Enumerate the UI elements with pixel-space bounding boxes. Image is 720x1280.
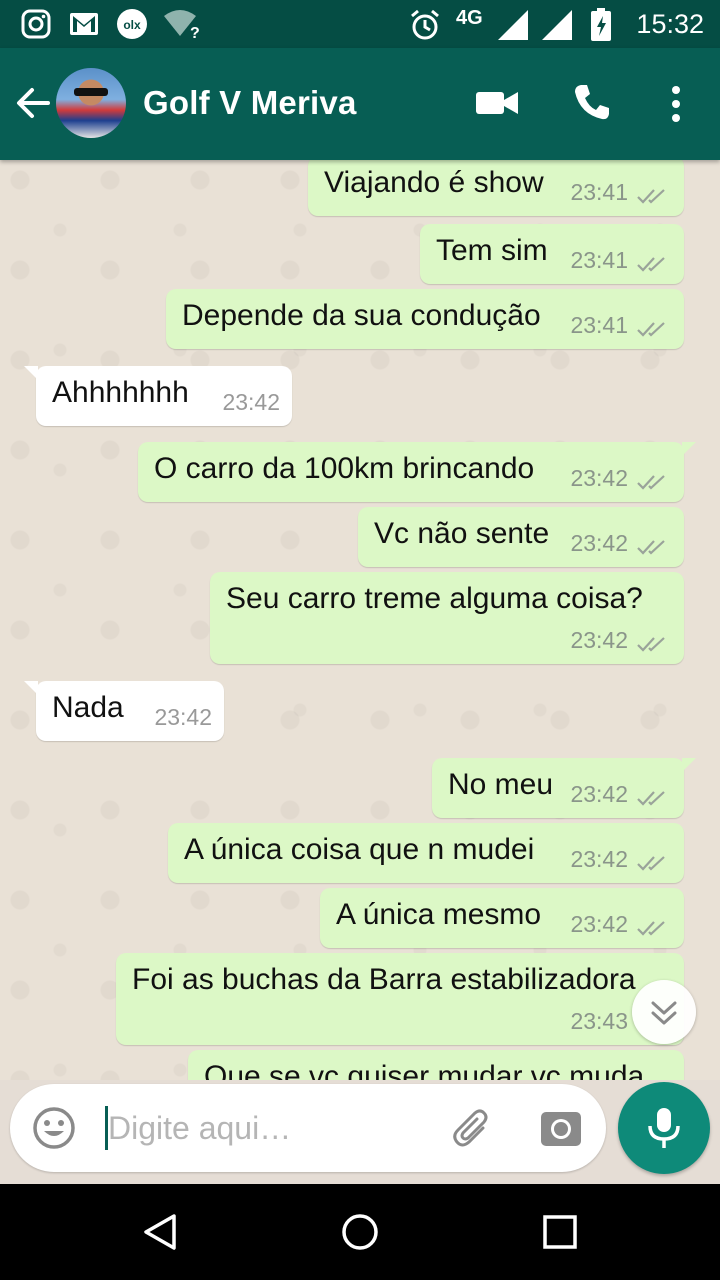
message-text: Ahhhhhhh	[52, 376, 189, 409]
video-call-icon[interactable]	[474, 86, 520, 120]
double-check-icon	[637, 475, 665, 490]
double-check-icon	[637, 189, 665, 204]
nav-recents-icon[interactable]	[542, 1214, 578, 1250]
message-text: Nada	[52, 691, 124, 724]
message-time: 23:42	[570, 465, 628, 491]
message-outgoing[interactable]: Depende da sua condução 23:41	[166, 289, 684, 349]
message-time: 23:41	[570, 179, 628, 205]
message-outgoing[interactable]: A única mesmo 23:42	[320, 888, 684, 948]
message-time: 23:42	[154, 704, 212, 730]
double-chevron-down-icon	[651, 1001, 677, 1025]
message-outgoing[interactable]: O carro da 100km brincando 23:42	[138, 442, 696, 502]
message-time: 23:42	[570, 846, 628, 872]
message-incoming[interactable]: Nada 23:42	[24, 681, 224, 741]
gmail-icon	[70, 13, 98, 35]
double-check-icon	[637, 791, 665, 806]
message-outgoing[interactable]: Tem sim 23:41	[420, 224, 684, 284]
wifi-unknown-icon: ?	[164, 10, 200, 40]
chat-header: Golf V Meriva	[0, 48, 720, 160]
voice-record-button[interactable]	[618, 1082, 710, 1174]
battery-icon	[591, 8, 611, 41]
message-time: 23:42	[570, 627, 628, 653]
message-input[interactable]: Digite aqui…	[108, 1110, 291, 1147]
message-text: Foi as buchas da Barra estabilizadora	[132, 963, 636, 996]
message-outgoing[interactable]: Que se vc quiser mudar vc muda	[188, 1050, 684, 1080]
contact-name[interactable]: Golf V Meriva	[143, 84, 357, 122]
bubble-tail	[24, 681, 38, 695]
message-text: Viajando é show	[324, 166, 544, 199]
instagram-icon	[21, 9, 51, 39]
phone-icon[interactable]	[572, 82, 612, 122]
double-check-icon	[637, 637, 665, 652]
scroll-to-bottom-button[interactable]	[632, 980, 696, 1044]
avatar[interactable]	[56, 68, 126, 138]
camera-icon[interactable]	[538, 1106, 584, 1152]
message-text: Que se vc quiser mudar vc muda	[204, 1060, 645, 1080]
message-outgoing[interactable]: Seu carro treme alguma coisa? 23:42	[210, 572, 684, 664]
more-vert-icon[interactable]	[666, 84, 686, 124]
message-time: 23:41	[570, 312, 628, 338]
message-time: 23:42	[570, 530, 628, 556]
message-time: 23:42	[222, 389, 280, 415]
double-check-icon	[637, 921, 665, 936]
nav-back-icon[interactable]	[140, 1212, 180, 1252]
message-incoming[interactable]: Ahhhhhhh 23:42	[24, 366, 292, 426]
attach-icon[interactable]	[450, 1106, 496, 1152]
double-check-icon	[637, 856, 665, 871]
message-time: 23:42	[570, 911, 628, 937]
bubble-tail	[682, 758, 696, 772]
message-text: Tem sim	[436, 234, 548, 267]
message-composer[interactable]: Digite aqui…	[10, 1084, 606, 1172]
message-text: Depende da sua condução	[182, 299, 541, 332]
message-text: O carro da 100km brincando	[154, 452, 535, 485]
message-outgoing[interactable]: Viajando é show 23:41	[308, 160, 684, 216]
bubble-tail	[682, 442, 696, 456]
signal-icon	[542, 10, 572, 40]
message-text: A única coisa que n mudei	[184, 833, 535, 866]
message-time: 23:42	[570, 781, 628, 807]
network-type: 4G	[456, 7, 483, 29]
message-time: 23:43	[570, 1008, 628, 1034]
message-text: A única mesmo	[336, 898, 542, 931]
message-outgoing[interactable]: Foi as buchas da Barra estabilizadora 23…	[116, 953, 684, 1045]
message-text: No meu	[448, 768, 554, 801]
clock: 15:32	[636, 9, 704, 39]
message-time: 23:41	[570, 247, 628, 273]
message-outgoing[interactable]: A única coisa que n mudei 23:42	[168, 823, 684, 883]
message-outgoing[interactable]: Vc não sente 23:42	[358, 507, 684, 567]
bubble-tail	[24, 366, 38, 380]
svg-text:olx: olx	[123, 18, 141, 32]
alarm-icon	[411, 9, 439, 40]
emoji-icon[interactable]	[32, 1106, 76, 1150]
mic-icon	[648, 1108, 680, 1148]
system-navigation-bar	[0, 1184, 720, 1280]
message-list[interactable]: Viajando é show 23:41 Tem sim 23:41 Depe…	[0, 160, 720, 1080]
double-check-icon	[637, 322, 665, 337]
back-arrow-icon[interactable]	[14, 84, 52, 122]
olx-icon: olx	[117, 9, 147, 39]
signal-icon	[498, 10, 528, 40]
nav-home-icon[interactable]	[340, 1212, 380, 1252]
message-text: Seu carro treme alguma coisa?	[226, 582, 643, 615]
message-text: Vc não sente	[374, 517, 550, 550]
double-check-icon	[637, 540, 665, 555]
message-outgoing[interactable]: No meu 23:42	[432, 758, 696, 818]
svg-text:?: ?	[190, 25, 200, 40]
status-bar: olx ? 4G 15:32	[0, 0, 720, 48]
double-check-icon	[637, 257, 665, 272]
